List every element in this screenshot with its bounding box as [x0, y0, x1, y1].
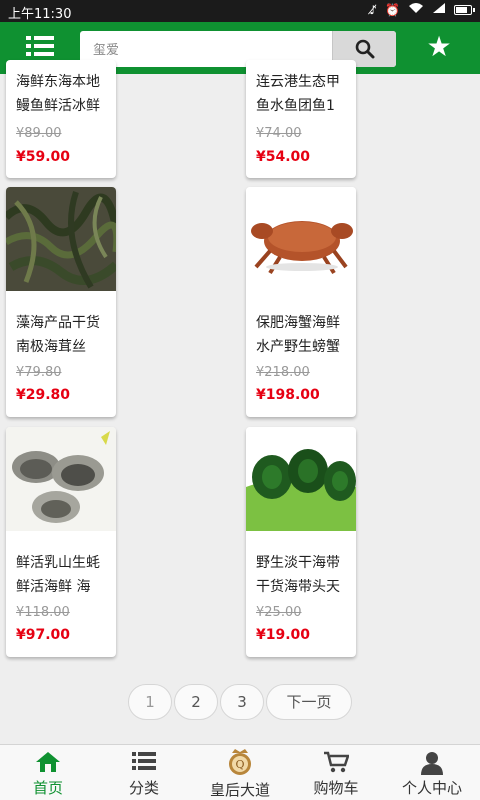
queen-logo-icon: Q	[229, 749, 251, 775]
seaweed-image	[6, 187, 116, 291]
home-icon	[36, 752, 60, 772]
product-card[interactable]: 保肥海蟹海鲜水产野生螃蟹 ¥218.00 ¥198.00	[246, 187, 356, 417]
product-name: 海鲜东海本地鳗鱼鲜活冰鲜	[16, 74, 100, 114]
svg-text:Q: Q	[235, 758, 244, 771]
product-old-price: ¥218.00	[256, 365, 310, 380]
next-page-button[interactable]: 下一页	[266, 684, 352, 720]
nav-home[interactable]: 首页	[0, 745, 96, 800]
battery-icon	[454, 4, 475, 15]
nav-cart[interactable]: 购物车	[288, 745, 384, 800]
nav-user-label: 个人中心	[401, 779, 462, 797]
user-icon	[421, 752, 443, 775]
list-icon	[132, 752, 156, 770]
wifi-icon	[408, 2, 424, 17]
nav-category-label: 分类	[128, 779, 159, 797]
product-old-price: ¥79.80	[16, 365, 62, 380]
page-button-1[interactable]: 1	[128, 684, 172, 720]
product-card[interactable]: 鲜活乳山生蚝鲜活海鲜 海 ¥118.00 ¥97.00	[6, 427, 116, 657]
menu-button[interactable]	[26, 34, 54, 60]
cart-icon	[324, 751, 349, 773]
nav-user[interactable]: 个人中心	[384, 745, 480, 800]
product-card[interactable]: 藻海产品干货南极海茸丝 ¥79.80 ¥29.80	[6, 187, 116, 417]
page-button-2[interactable]: 2	[174, 684, 218, 720]
nav-category[interactable]: 分类	[96, 745, 192, 800]
page-button-3[interactable]: 3	[220, 684, 264, 720]
oyster-image	[6, 427, 116, 531]
kelp-image	[246, 427, 356, 531]
product-price: ¥198.00	[256, 387, 320, 403]
product-card[interactable]: 连云港生态甲鱼水鱼团鱼1 ¥74.00 ¥54.00	[246, 60, 356, 178]
product-old-price: ¥89.00	[16, 126, 62, 141]
nav-queen-label: 皇后大道	[209, 781, 270, 799]
product-old-price: ¥25.00	[256, 605, 302, 620]
search-icon	[355, 39, 375, 59]
product-price: ¥97.00	[16, 627, 71, 643]
product-card[interactable]: 野生淡干海带干货海带头天 ¥25.00 ¥19.00	[246, 427, 356, 657]
nav-queen[interactable]: Q 皇后大道	[192, 745, 288, 800]
product-name: 保肥海蟹海鲜水产野生螃蟹	[256, 315, 340, 355]
product-price: ¥54.00	[256, 149, 311, 165]
product-old-price: ¥74.00	[256, 126, 302, 141]
product-price: ¥59.00	[16, 149, 71, 165]
signal-icon	[432, 2, 446, 17]
bottom-nav: 首页 分类 Q 皇后大道 购物车 个人中心	[0, 744, 480, 800]
status-bar: 上午11:30 ♪̸ ⏰	[0, 0, 480, 22]
product-name: 野生淡干海带干货海带头天	[256, 555, 340, 595]
nav-cart-label: 购物车	[313, 779, 359, 797]
product-price: ¥29.80	[16, 387, 71, 403]
product-card[interactable]: 海鲜东海本地鳗鱼鲜活冰鲜 ¥89.00 ¥59.00	[6, 60, 116, 178]
star-icon: ★	[426, 30, 452, 63]
crab-image	[246, 187, 356, 291]
favorite-button[interactable]: ★	[424, 32, 454, 62]
product-name: 藻海产品干货南极海茸丝	[16, 315, 100, 355]
product-old-price: ¥118.00	[16, 605, 70, 620]
list-icon	[26, 36, 31, 40]
status-time: 上午11:30	[8, 7, 72, 22]
product-name: 连云港生态甲鱼水鱼团鱼1	[256, 74, 340, 114]
mute-icon: ♪̸	[369, 2, 378, 17]
nav-home-label: 首页	[32, 779, 63, 797]
product-name: 鲜活乳山生蚝鲜活海鲜 海	[16, 555, 100, 595]
product-price: ¥19.00	[256, 627, 311, 643]
alarm-icon: ⏰	[385, 2, 400, 17]
status-icons: ♪̸ ⏰	[369, 2, 475, 17]
